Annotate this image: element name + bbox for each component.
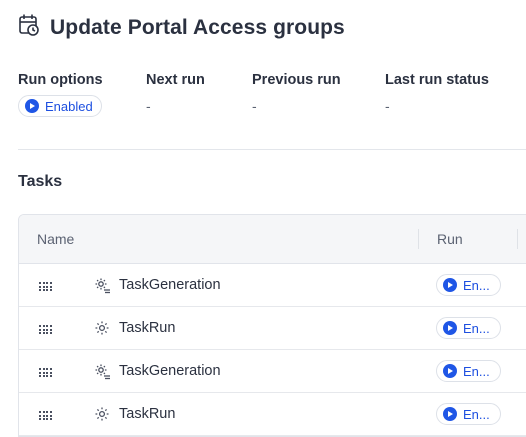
previous-run-field: Previous run - bbox=[252, 72, 341, 114]
table-row[interactable]: TaskRun En... bbox=[19, 393, 526, 436]
drag-handle-icon[interactable] bbox=[39, 325, 52, 334]
task-run-toggle[interactable]: En... bbox=[436, 274, 501, 296]
column-divider bbox=[517, 229, 518, 249]
tasks-table: Name Run TaskGeneration En... TaskRun En… bbox=[18, 214, 526, 437]
next-run-value: - bbox=[146, 98, 151, 114]
previous-run-label: Previous run bbox=[252, 72, 341, 88]
play-icon bbox=[443, 407, 457, 421]
table-row[interactable]: TaskGeneration En... bbox=[19, 264, 526, 307]
table-header: Name Run bbox=[19, 215, 526, 264]
table-row[interactable]: TaskRun En... bbox=[19, 307, 526, 350]
column-divider bbox=[418, 229, 419, 249]
task-run-toggle[interactable]: En... bbox=[436, 360, 501, 382]
tasks-heading: Tasks bbox=[18, 173, 63, 190]
gear-list-icon bbox=[93, 276, 111, 299]
task-run-status: En... bbox=[463, 363, 490, 379]
task-name[interactable]: TaskGeneration bbox=[119, 277, 221, 293]
run-options-toggle[interactable]: Enabled bbox=[18, 95, 102, 117]
task-run-status: En... bbox=[463, 320, 490, 336]
last-run-status-label: Last run status bbox=[385, 72, 489, 88]
drag-handle-icon[interactable] bbox=[39, 411, 52, 420]
task-name[interactable]: TaskRun bbox=[119, 320, 175, 336]
page-title: Update Portal Access groups bbox=[50, 15, 345, 39]
page-header: Update Portal Access groups bbox=[18, 13, 345, 42]
last-run-status-field: Last run status - bbox=[385, 72, 489, 114]
play-icon bbox=[443, 364, 457, 378]
run-options-value: Enabled bbox=[45, 98, 93, 114]
column-header-run[interactable]: Run bbox=[437, 231, 463, 247]
drag-handle-icon[interactable] bbox=[39, 282, 52, 291]
next-run-label: Next run bbox=[146, 72, 205, 88]
play-icon bbox=[443, 278, 457, 292]
gear-list-icon bbox=[93, 362, 111, 385]
table-row[interactable]: TaskGeneration En... bbox=[19, 350, 526, 393]
run-options-field: Run options Enabled bbox=[18, 72, 103, 118]
task-name[interactable]: TaskRun bbox=[119, 406, 175, 422]
play-icon bbox=[443, 321, 457, 335]
next-run-field: Next run - bbox=[146, 72, 205, 114]
column-header-name[interactable]: Name bbox=[37, 231, 74, 247]
run-options-label: Run options bbox=[18, 72, 103, 88]
gear-icon bbox=[93, 319, 111, 342]
task-run-toggle[interactable]: En... bbox=[436, 317, 501, 339]
previous-run-value: - bbox=[252, 98, 257, 114]
last-run-status-value: - bbox=[385, 98, 390, 114]
task-run-status: En... bbox=[463, 406, 490, 422]
calendar-clock-icon bbox=[18, 13, 40, 42]
play-icon bbox=[25, 99, 39, 113]
task-run-status: En... bbox=[463, 277, 490, 293]
task-run-toggle[interactable]: En... bbox=[436, 403, 501, 425]
section-divider bbox=[18, 149, 526, 150]
gear-icon bbox=[93, 405, 111, 428]
drag-handle-icon[interactable] bbox=[39, 368, 52, 377]
task-name[interactable]: TaskGeneration bbox=[119, 363, 221, 379]
